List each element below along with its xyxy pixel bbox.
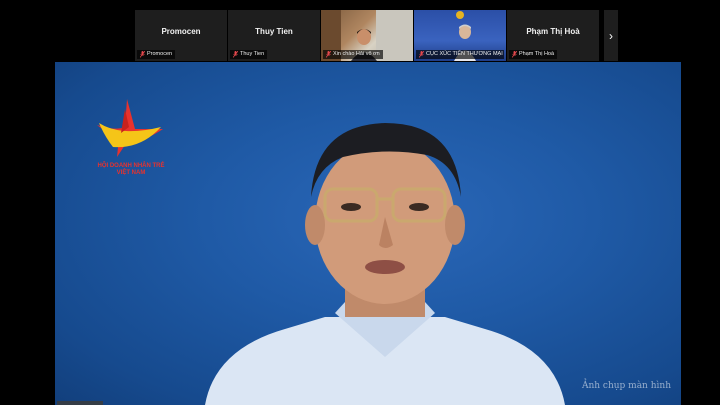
participant-footer: Xin chào Hải vô ơn (323, 50, 383, 59)
active-speaker-video: HỘI DOANH NHÂN TRẺ VIỆT NAM Ảnh chụp màn… (55, 62, 681, 405)
logo-caption: HỘI DOANH NHÂN TRẺ VIỆT NAM (91, 163, 171, 177)
screenshot-watermark: Ảnh chụp màn hình (581, 381, 671, 391)
participant-footer-label: Xin chào Hải vô ơn (333, 51, 380, 57)
participant-tile-pham-thi-hoa[interactable]: Phạm Thị Hoà Phạm Thị Hoà (507, 10, 599, 61)
emblem-icon (456, 11, 464, 19)
muted-mic-icon (140, 51, 145, 58)
next-page-button[interactable]: › (604, 10, 618, 61)
logo-caption-line1: HỘI DOANH NHÂN TRẺ (97, 163, 165, 169)
participant-name: Promocen (161, 27, 201, 36)
participant-footer-label: Phạm Thị Hoà (519, 51, 555, 57)
participant-footer: CỤC XÚC TIẾN THƯƠNG MẠI -... (416, 50, 504, 59)
participant-tile-cuc-xuc-tien[interactable]: CỤC XÚC TIẾN THƯƠNG MẠI -... (414, 10, 506, 61)
participant-footer: Thuy Tien (230, 50, 268, 59)
speaker-figure (205, 123, 565, 405)
participant-tile-promocen[interactable]: Promocen Promocen (135, 10, 227, 61)
muted-mic-icon (326, 51, 331, 58)
chevron-right-icon: › (609, 28, 613, 43)
participant-footer-label: Thuy Tien (240, 51, 265, 57)
muted-mic-icon (512, 51, 517, 58)
participant-tile-thuy-tien[interactable]: Thuy Tien Thuy Tien (228, 10, 320, 61)
participant-footer: Phạm Thị Hoà (509, 50, 558, 59)
participant-name: Thuy Tien (255, 27, 293, 36)
speaker-name-tag (57, 401, 103, 405)
participant-name: Phạm Thị Hoà (526, 27, 580, 36)
muted-mic-icon (233, 51, 238, 58)
muted-mic-icon (419, 51, 424, 58)
participant-gallery-strip: Promocen Promocen Thuy Tien Thuy Tien Xi… (0, 0, 720, 62)
participant-footer-label: Promocen (147, 51, 173, 57)
participant-footer-label: CỤC XÚC TIẾN THƯƠNG MẠI -... (426, 51, 504, 57)
logo-caption-line2: VIỆT NAM (116, 170, 146, 176)
participant-tile-video[interactable]: Xin chào Hải vô ơn (321, 10, 413, 61)
participant-footer: Promocen (137, 50, 176, 59)
